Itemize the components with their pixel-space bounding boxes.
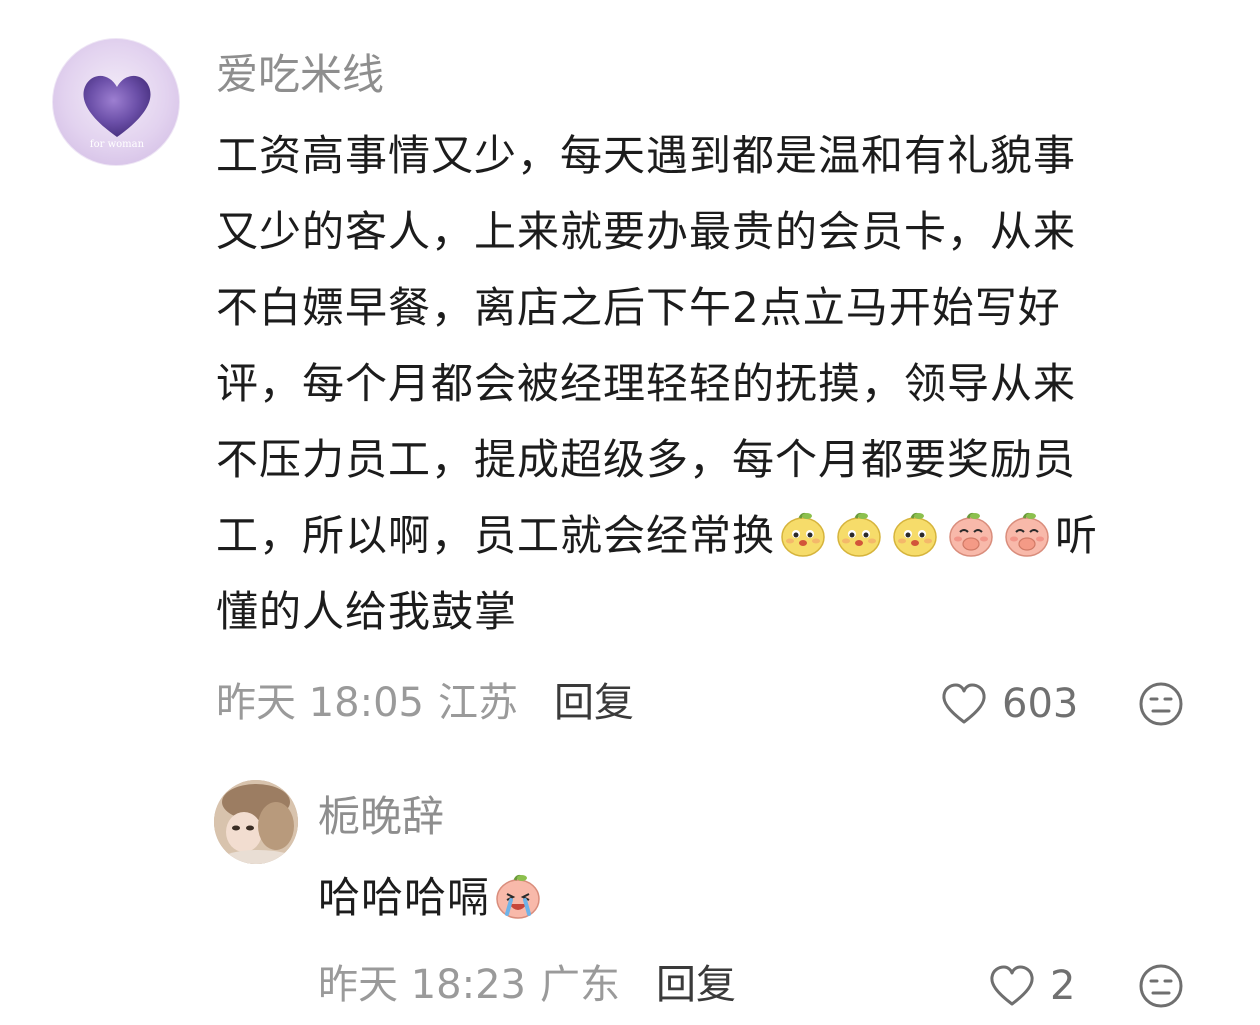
- heart-outline-icon: [942, 683, 986, 724]
- comment-text: 工资高事情又少，每天遇到都是温和有礼貌事 又少的客人，上来就要办最贵的会员卡，从…: [216, 118, 1206, 650]
- meh-face-icon: [1139, 964, 1183, 1008]
- comment-line-text: 听: [1055, 511, 1099, 560]
- yellow-smile-emoji: [778, 508, 828, 558]
- purple-heart-icon: for woman: [83, 75, 151, 150]
- pink-crying-laugh-emoji: [493, 870, 543, 920]
- reply-button[interactable]: 回复: [656, 965, 736, 1005]
- username[interactable]: 栀晚辞: [318, 796, 444, 838]
- avatar-caption: for woman: [90, 139, 145, 150]
- like-count: 2: [1050, 963, 1076, 1009]
- dislike-button[interactable]: [1138, 681, 1184, 727]
- yellow-smile-emoji: [834, 508, 884, 558]
- comment-line: 不压力员工，提成超级多，每个月都要奖励员: [216, 435, 1077, 484]
- comment-meta: 昨天 18:05 江苏 回复: [216, 683, 634, 723]
- timestamp: 昨天 18:05: [216, 680, 424, 726]
- comment-line: 评，每个月都会被经理轻轻的抚摸，领导从来: [216, 359, 1077, 408]
- dislike-button[interactable]: [1138, 963, 1184, 1009]
- like-button[interactable]: 603: [940, 682, 1078, 726]
- pink-cover-mouth-emoji: [1002, 508, 1052, 558]
- avatar[interactable]: for woman: [52, 38, 180, 166]
- username[interactable]: 爱吃米线: [216, 54, 384, 96]
- like-button[interactable]: 2: [988, 964, 1075, 1008]
- user-photo-icon: [214, 780, 298, 864]
- pink-cover-mouth-emoji: [946, 508, 996, 558]
- location: 江苏: [438, 680, 518, 726]
- avatar[interactable]: [214, 780, 298, 864]
- comment-line: 又少的客人，上来就要办最贵的会员卡，从来: [216, 207, 1077, 256]
- comment-line: 工资高事情又少，每天遇到都是温和有礼貌事: [216, 131, 1077, 180]
- reply-text: 哈哈哈嗝: [318, 860, 1118, 936]
- reply-meta: 昨天 18:23 广东 回复: [318, 965, 736, 1005]
- timestamp: 昨天 18:23: [318, 962, 526, 1008]
- comment-line: 懂的人给我鼓掌: [216, 587, 518, 636]
- heart-outline-icon: [990, 965, 1034, 1006]
- location: 广东: [540, 962, 620, 1008]
- meh-face-icon: [1139, 682, 1183, 726]
- comment-line-text: 工，所以啊，员工就会经常换: [216, 511, 776, 560]
- comment-line: 工，所以啊，员工就会经常换 听: [216, 498, 1206, 574]
- yellow-smile-emoji: [890, 508, 940, 558]
- reply-button[interactable]: 回复: [554, 683, 634, 723]
- comment-line: 不白嫖早餐，离店之后下午2点立马开始写好: [216, 283, 1061, 332]
- like-count: 603: [1002, 681, 1079, 727]
- reply-text-content: 哈哈哈嗝: [318, 873, 491, 922]
